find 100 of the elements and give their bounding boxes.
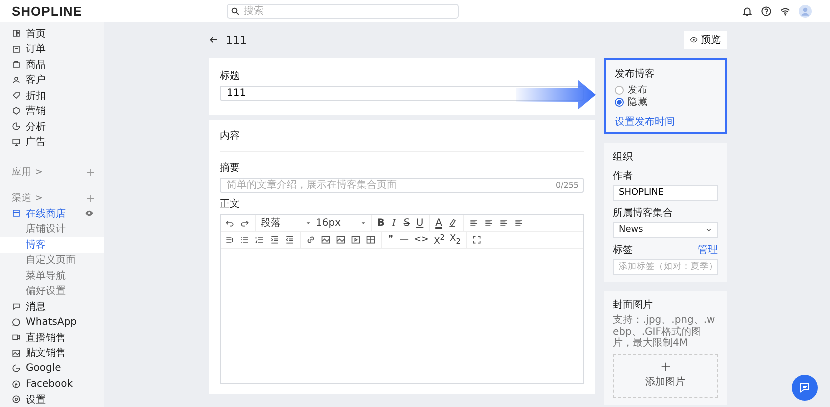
format-button[interactable]: ❞ [387,235,395,245]
nav-item[interactable]: 贴文销售 [0,346,104,361]
nav-item[interactable]: 营销 [0,104,104,119]
nav-icon [12,364,21,374]
redo-icon[interactable] [240,218,250,228]
card-heading: 发布博客 [615,68,656,81]
image-icon[interactable] [336,235,346,245]
format-button[interactable]: <> [414,235,430,245]
author-field[interactable]: SHOPLINE [613,185,718,201]
nav-item[interactable]: 折扣 [0,88,104,104]
highlight-icon[interactable] [448,218,458,228]
schedule-link[interactable]: 设置发布时间 [615,115,675,129]
card-heading: 组织 [613,151,634,164]
nav-item[interactable]: 消息 [0,299,104,314]
nav-icon [12,348,21,358]
format-button[interactable]: U [416,218,424,228]
nav-subitem[interactable]: 菜单导航 [0,268,104,284]
hint-text: 支持：.jpg、.png、.webp、.GIF格式的图片，最大限制4M [613,315,716,350]
format-button[interactable]: X$_{2}$ [450,234,461,246]
eye-icon[interactable] [85,209,94,218]
format-button[interactable]: S [403,218,411,228]
indent-icon[interactable] [270,235,280,245]
field-label: 正文 [220,198,241,211]
outdent-icon[interactable] [285,235,295,245]
image-icon[interactable] [321,235,331,245]
search-field[interactable]: 搜索 [227,4,459,18]
wifi-icon[interactable] [780,6,791,16]
character-counter: 0/255 [556,181,579,190]
field-label: 标签 [613,244,633,257]
nav-icon [12,333,21,342]
chat-button[interactable] [792,375,818,401]
numbers-icon[interactable] [255,235,265,245]
caret-icon [306,220,311,226]
dropdown[interactable]: 段落 [261,216,311,230]
undo-icon[interactable] [225,218,235,228]
nav-item[interactable]: Facebook [0,376,104,392]
format-button[interactable]: — [400,235,409,245]
nav-icon [12,76,21,85]
field-label: 作者 [613,170,634,183]
image-upload-area[interactable]: 添加图片 [613,354,718,398]
add-icon[interactable] [87,168,94,176]
field-label: 所属博客集合 [613,206,674,220]
fullscreen-icon[interactable] [472,235,482,245]
format-button[interactable]: I [390,218,398,228]
preview-button[interactable]: 预览 [684,31,727,49]
nav-item[interactable]: 设置 [26,392,46,407]
nav-item[interactable]: 首页 [0,26,104,42]
nav-icon [12,44,21,54]
table-icon[interactable] [366,235,376,245]
nav-subitem[interactable]: 自定义页面 [0,252,104,268]
nav-subitem[interactable]: 偏好设置 [0,284,104,299]
nav-icon [12,138,21,147]
link-icon[interactable] [306,235,316,245]
format-button[interactable]: B [377,218,385,228]
eye-icon [690,36,698,44]
store-icon [12,209,21,218]
nav-subitem[interactable]: 博客 [0,237,104,252]
nav-item[interactable]: 订单 [0,42,104,57]
nav-subitem[interactable]: 店铺设计 [0,222,104,237]
rich-text-editor[interactable]: 段落 16px B I S U A ❞ — <> X$^{2}$ X$_{2}$ [220,214,584,384]
format-button[interactable]: X$^{2}$ [434,233,446,247]
nav-item[interactable]: 分析 [0,119,104,134]
card-heading: 内容 [220,127,584,152]
nav-icon [12,29,21,38]
radio-button[interactable] [615,98,624,106]
format-button[interactable]: A [435,218,443,228]
nav-item[interactable]: 广告 [0,134,104,150]
help-icon[interactable] [761,6,772,16]
search-icon [231,6,240,16]
video-icon[interactable] [351,235,361,245]
caret-icon [361,220,366,226]
collection-dropdown[interactable]: News [613,222,718,238]
align-icon[interactable] [469,218,479,228]
chat-icon [799,382,811,394]
radio-button[interactable] [615,86,624,94]
page-title: 111 [226,34,247,46]
gear-icon [12,395,21,404]
dropdown[interactable]: 16px [316,218,366,228]
nav-item[interactable]: 商品 [0,57,104,72]
nav-item[interactable]: Google [0,361,104,376]
nav-item[interactable]: 直播销售 [0,330,104,346]
nav-icon [12,60,21,70]
field-label: 摘要 [220,162,241,175]
nav-item[interactable]: WhatsApp [0,314,104,330]
chevron-icon [706,227,712,233]
align-icon[interactable] [499,218,509,228]
align-icon[interactable] [484,218,494,228]
manage-link[interactable]: 管理 [698,243,718,257]
bullets-icon[interactable] [240,235,250,245]
plus-icon [660,362,670,372]
bell-icon[interactable] [742,6,753,16]
logo[interactable]: SHOPLINE [12,4,217,18]
align-icon[interactable] [514,218,524,228]
lines-icon[interactable] [225,235,235,245]
nav-icon [12,380,21,389]
nav-item[interactable]: 在线商店 [0,206,104,222]
add-icon[interactable] [87,194,94,202]
back-arrow-icon[interactable] [209,35,219,45]
nav-item[interactable]: 客户 [0,72,104,88]
card-heading: 封面图片 [613,298,654,312]
